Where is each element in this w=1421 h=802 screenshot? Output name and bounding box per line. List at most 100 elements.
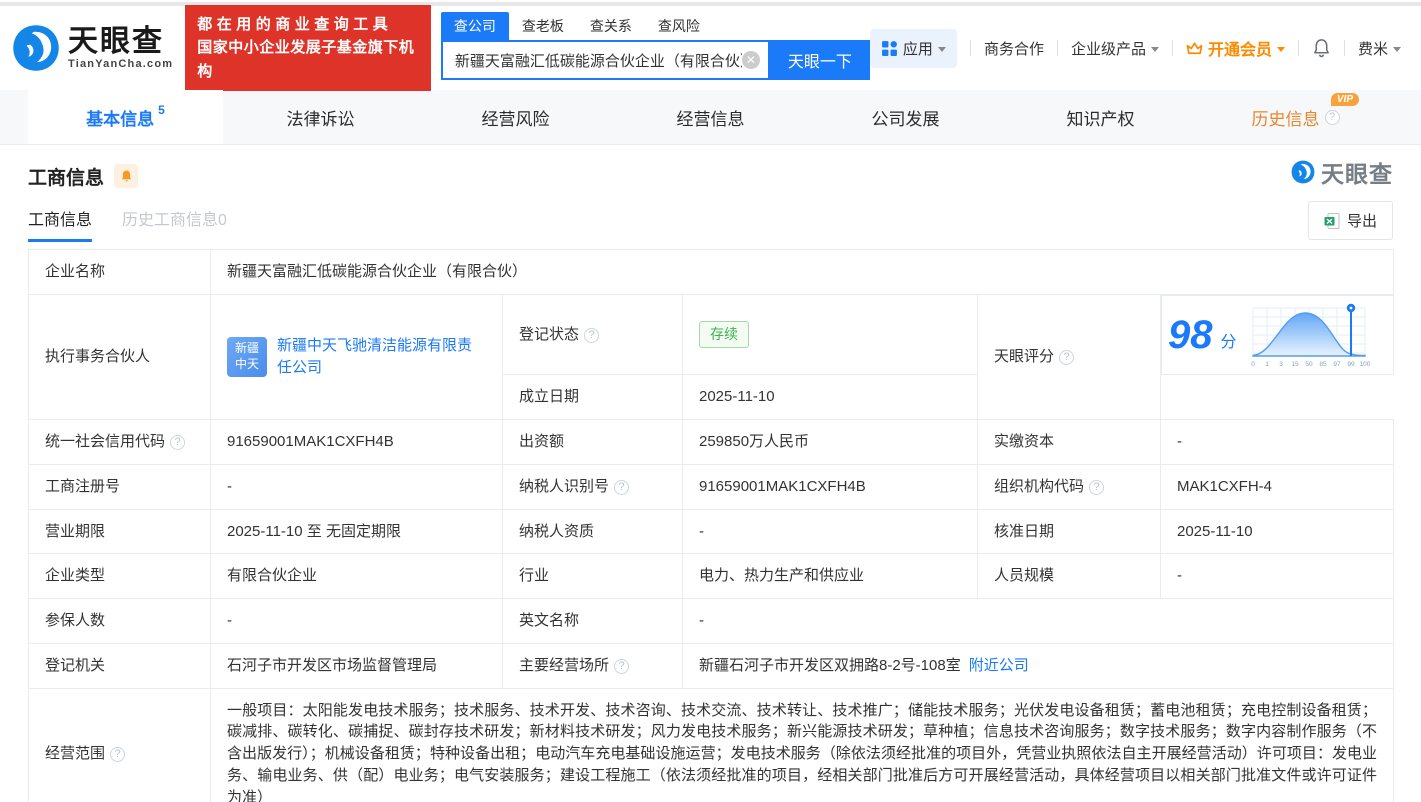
apps-menu[interactable]: 应用	[870, 29, 957, 68]
brand-name: 天眼查	[68, 26, 173, 58]
svg-text:1: 1	[1265, 361, 1269, 368]
search-area: 查公司 查老板 查关系 查风险 ✕ 天眼一下	[441, 12, 870, 80]
table-row: 执行事务合伙人 新疆中天 新疆中天飞驰清洁能源有限责任公司 登记状态? 存续 天…	[29, 294, 1394, 375]
tab-legal-proceedings[interactable]: 法律诉讼	[223, 90, 418, 144]
svg-text:0: 0	[1251, 361, 1255, 368]
notification-bell-icon[interactable]	[1312, 38, 1331, 58]
partner-avatar[interactable]: 新疆中天	[227, 337, 267, 377]
menu-divider	[970, 40, 971, 56]
english-name-label: 英文名称	[503, 599, 683, 644]
help-icon[interactable]: ?	[584, 328, 599, 343]
promo-line2: 国家中小企业发展子基金旗下机构	[197, 36, 419, 83]
business-address-label: 主要经营场所?	[503, 643, 683, 688]
tianyancha-swirl-icon	[10, 22, 62, 74]
excel-icon	[1324, 213, 1340, 229]
help-icon[interactable]: ?	[1059, 350, 1074, 365]
tab-label: 历史信息	[1252, 105, 1320, 130]
tab-company-development[interactable]: 公司发展	[808, 90, 1003, 144]
reg-number-label: 工商注册号	[29, 464, 211, 509]
credit-code-value: 91659001MAK1CXFH4B	[211, 420, 503, 465]
credit-code-label: 统一社会信用代码?	[29, 420, 211, 465]
vip-upgrade-menu[interactable]: 开通会员	[1186, 36, 1285, 60]
reg-authority-label: 登记机关	[29, 643, 211, 688]
approval-date-value: 2025-11-10	[1161, 509, 1394, 554]
subtab-row: 工商信息 历史工商信息0 导出	[28, 205, 1393, 243]
vip-badge: VIP	[1331, 93, 1359, 106]
promo-banner: 都在用的商业查询工具 国家中小企业发展子基金旗下机构	[185, 5, 431, 91]
score-distribution-chart: 0 1 3 15 50 85 97 99 100	[1245, 300, 1373, 370]
staff-size-label: 人员规模	[978, 554, 1161, 599]
search-input-box: ✕	[441, 40, 770, 80]
site-header: 天眼查 TianYanCha.com 都在用的商业查询工具 国家中小企业发展子基…	[0, 6, 1421, 90]
header-menu: 应用 商务合作 企业级产品 开通会员 费米	[870, 29, 1421, 68]
tab-operation-risk[interactable]: 经营风险	[418, 90, 613, 144]
tianyancha-logo[interactable]: 天眼查 TianYanCha.com	[10, 22, 173, 74]
paid-capital-value: -	[1161, 420, 1394, 465]
svg-text:97: 97	[1333, 361, 1341, 368]
industry-value: 电力、热力生产和供应业	[683, 554, 978, 599]
enterprise-label: 企业级产品	[1071, 38, 1146, 59]
logo-text: 天眼查 TianYanCha.com	[68, 26, 173, 70]
chevron-down-icon	[1393, 47, 1401, 52]
search-button[interactable]: 天眼一下	[770, 40, 870, 80]
help-icon[interactable]: ?	[614, 480, 629, 495]
subtab-history-registration[interactable]: 历史工商信息0	[122, 206, 227, 242]
table-row: 参保人数 - 英文名称 -	[29, 599, 1394, 644]
bell-icon	[120, 169, 133, 183]
help-icon[interactable]: ?	[614, 659, 629, 674]
business-info-table: 企业名称 新疆天富融汇低碳能源合伙企业（有限合伙） 执行事务合伙人 新疆中天 新…	[28, 249, 1394, 802]
search-tab-company[interactable]: 查公司	[441, 12, 509, 40]
menu-divider	[1298, 40, 1299, 56]
help-icon[interactable]: ?	[170, 435, 185, 450]
reg-status-value: 存续	[683, 294, 978, 375]
username: 费米	[1358, 38, 1388, 59]
company-type-value: 有限合伙企业	[211, 554, 503, 599]
tianyancha-watermark: 天眼查	[1290, 155, 1393, 189]
search-tab-risk[interactable]: 查风险	[645, 12, 713, 40]
reg-authority-value: 石河子市开发区市场监督管理局	[211, 643, 503, 688]
english-name-value: -	[683, 599, 1394, 644]
search-tab-relation[interactable]: 查关系	[577, 12, 645, 40]
subtab-business-registration[interactable]: 工商信息	[28, 206, 92, 242]
subscribe-bell-button[interactable]	[114, 164, 138, 188]
taxpayer-quality-label: 纳税人资质	[503, 509, 683, 554]
business-term-value: 2025-11-10 至 无固定期限	[211, 509, 503, 554]
help-icon[interactable]: ?	[110, 747, 125, 762]
score-unit: 分	[1221, 331, 1237, 354]
status-badge: 存续	[699, 321, 749, 347]
export-button[interactable]: 导出	[1308, 201, 1393, 240]
establish-date-value: 2025-11-10	[683, 375, 978, 420]
taxpayer-id-value: 91659001MAK1CXFH4B	[683, 464, 978, 509]
enterprise-menu[interactable]: 企业级产品	[1071, 38, 1159, 59]
insured-count-label: 参保人数	[29, 599, 211, 644]
paid-capital-label: 实缴资本	[978, 420, 1161, 465]
insured-count-value: -	[211, 599, 503, 644]
staff-size-value: -	[1161, 554, 1394, 599]
reg-number-value: -	[211, 464, 503, 509]
svg-text:100: 100	[1359, 361, 1370, 368]
table-row: 登记机关 石河子市开发区市场监督管理局 主要经营场所? 新疆石河子市开发区双拥路…	[29, 643, 1394, 688]
section-title: 工商信息	[28, 163, 104, 190]
tab-intellectual-property[interactable]: 知识产权	[1003, 90, 1198, 144]
nearby-companies-link[interactable]: 附近公司	[969, 657, 1029, 674]
tab-basic-info[interactable]: 基本信息 5	[28, 90, 223, 144]
table-row: 工商注册号 - 纳税人识别号? 91659001MAK1CXFH4B 组织机构代…	[29, 464, 1394, 509]
svg-text:99: 99	[1347, 361, 1355, 368]
taxpayer-quality-value: -	[683, 509, 978, 554]
cooperation-menu[interactable]: 商务合作	[984, 38, 1044, 59]
tab-business-info[interactable]: 经营信息	[613, 90, 808, 144]
menu-divider	[1057, 40, 1058, 56]
partner-value: 新疆中天 新疆中天飞驰清洁能源有限责任公司	[211, 294, 503, 419]
user-menu[interactable]: 费米	[1358, 38, 1401, 59]
clear-search-icon[interactable]: ✕	[742, 51, 760, 69]
svg-text:50: 50	[1305, 361, 1313, 368]
partner-company-link[interactable]: 新疆中天飞驰清洁能源有限责任公司	[277, 335, 486, 379]
search-input[interactable]	[455, 52, 742, 69]
search-tab-boss[interactable]: 查老板	[509, 12, 577, 40]
table-row: 企业类型 有限合伙企业 行业 电力、热力生产和供应业 人员规模 -	[29, 554, 1394, 599]
help-icon[interactable]: ?	[1089, 480, 1104, 495]
help-icon[interactable]: ?	[1325, 110, 1340, 125]
tab-history-info[interactable]: VIP 历史信息 ?	[1198, 90, 1393, 144]
org-code-value: MAK1CXFH-4	[1161, 464, 1394, 509]
tab-label: 基本信息	[86, 105, 154, 130]
